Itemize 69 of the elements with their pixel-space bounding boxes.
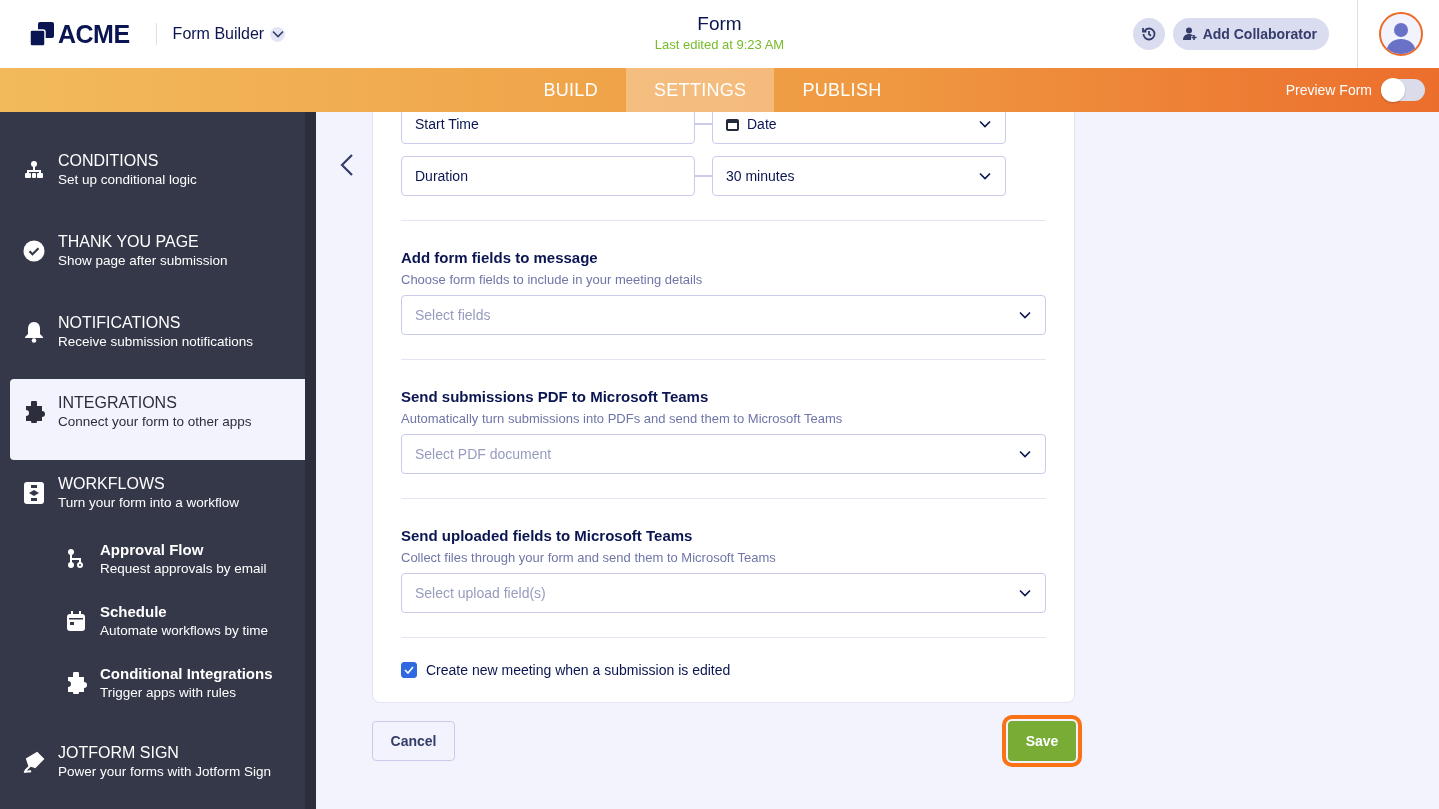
- section-description: Automatically turn submissions into PDFs and send them to Microsoft Teams: [401, 411, 844, 426]
- field-label-input[interactable]: Duration: [401, 156, 695, 196]
- add-user-icon: [1182, 27, 1197, 41]
- calendar-icon: [67, 611, 85, 632]
- sidebar-item[interactable]: Schedule Automate workflows by time: [10, 590, 305, 653]
- checkbox[interactable]: [401, 662, 417, 678]
- checkbox-label: Create new meeting when a submission is edited: [426, 662, 731, 678]
- chevron-down-icon: [979, 120, 991, 128]
- sidebar-item[interactable]: JOTFORM SIGN Power your forms with Jotform Sign: [10, 728, 305, 809]
- sidebar-item[interactable]: Conditional Integrations Trigger apps with rules: [10, 652, 305, 715]
- app-menu[interactable]: Form Builder: [172, 25, 286, 43]
- flowchart-icon: [24, 482, 44, 504]
- sidebar-item-title: Approval Flow: [100, 540, 205, 560]
- pen-icon: [23, 750, 45, 773]
- sidebar-item-title: WORKFLOWS: [58, 474, 166, 493]
- section-description: Collect files through your form and send them to Microsoft Teams: [401, 550, 777, 565]
- puzzle-icon: [23, 401, 45, 424]
- sidebar-item[interactable]: NOTIFICATIONS Receive submission notifications: [10, 298, 305, 379]
- bell-icon: [24, 320, 44, 343]
- sidebar-item-description: Connect your form to other apps: [58, 413, 252, 432]
- sidebar-item-title: Conditional Integrations: [100, 664, 273, 684]
- preview-toggle[interactable]: [1381, 79, 1425, 101]
- preview-form-label: Preview Form: [1285, 82, 1372, 98]
- sidebar-item[interactable]: INTEGRATIONS Connect your form to other apps: [10, 379, 305, 460]
- user-avatar[interactable]: [1379, 12, 1423, 56]
- sidebar-item-title: INTEGRATIONS: [58, 393, 178, 413]
- history-button[interactable]: [1132, 18, 1165, 50]
- section-title: Send uploaded fields to Microsoft Teams: [401, 527, 694, 544]
- section-description: Choose form fields to include in your meeting details: [401, 272, 704, 287]
- sidebar-item[interactable]: CONDITIONS Set up conditional logic: [10, 137, 305, 218]
- dropdown-select[interactable]: 30 minutes: [712, 156, 1006, 196]
- section-title: Send submissions PDF to Microsoft Teams: [401, 388, 710, 405]
- chevron-down-icon: [1019, 589, 1031, 597]
- sidebar-item[interactable]: THANK YOU PAGE Show page after submission: [10, 217, 305, 299]
- sidebar-item-description: Trigger apps with rules: [100, 684, 238, 703]
- sidebar-item-title: Schedule: [100, 602, 168, 622]
- branch-icon: [67, 549, 85, 570]
- sidebar-item-description: Power your forms with Jotform Sign: [58, 762, 272, 781]
- person-icon: [1386, 20, 1416, 54]
- dropdown-select[interactable]: Date: [712, 112, 1006, 144]
- sidebar-item-title: NOTIFICATIONS: [58, 312, 182, 332]
- sidebar-item-description: Receive submission notifications: [58, 332, 254, 351]
- logo-text: ACME: [58, 19, 130, 49]
- form-title: Form: [697, 13, 742, 35]
- sidebar-item-description: Request approvals by email: [100, 560, 267, 579]
- hierarchy-icon: [24, 160, 44, 181]
- sidebar-item-description: Turn your form into a workflow: [58, 494, 240, 512]
- calendar-icon: [726, 117, 739, 131]
- chevron-down-icon: [979, 172, 991, 180]
- logo-icon: [30, 22, 54, 46]
- chevron-down-icon: [271, 30, 284, 38]
- field-label-input[interactable]: Start Time: [401, 112, 695, 144]
- check-circle-icon: [23, 240, 45, 262]
- sidebar-item-description: Automate workflows by time: [100, 622, 269, 641]
- sidebar-item-description: Show page after submission: [58, 252, 228, 270]
- chevron-down-icon: [1019, 450, 1031, 458]
- last-edited-text: Last edited at 9:23 AM: [654, 37, 785, 52]
- history-icon: [1140, 26, 1157, 42]
- chevron-down-icon: [1019, 311, 1031, 319]
- sidebar-item-description: Set up conditional logic: [58, 171, 197, 190]
- sidebar-item-title: JOTFORM SIGN: [58, 742, 180, 762]
- section-title: Add form fields to message: [401, 249, 599, 266]
- sidebar-item-title: THANK YOU PAGE: [58, 232, 200, 251]
- checkmark-icon: [404, 666, 414, 674]
- add-collaborator-button[interactable]: Add Collaborator: [1172, 18, 1329, 50]
- cancel-button[interactable]: Cancel: [372, 721, 455, 761]
- sidebar-item-title: CONDITIONS: [58, 151, 160, 171]
- back-chevron-icon[interactable]: [340, 154, 354, 176]
- puzzle-icon: [65, 672, 87, 695]
